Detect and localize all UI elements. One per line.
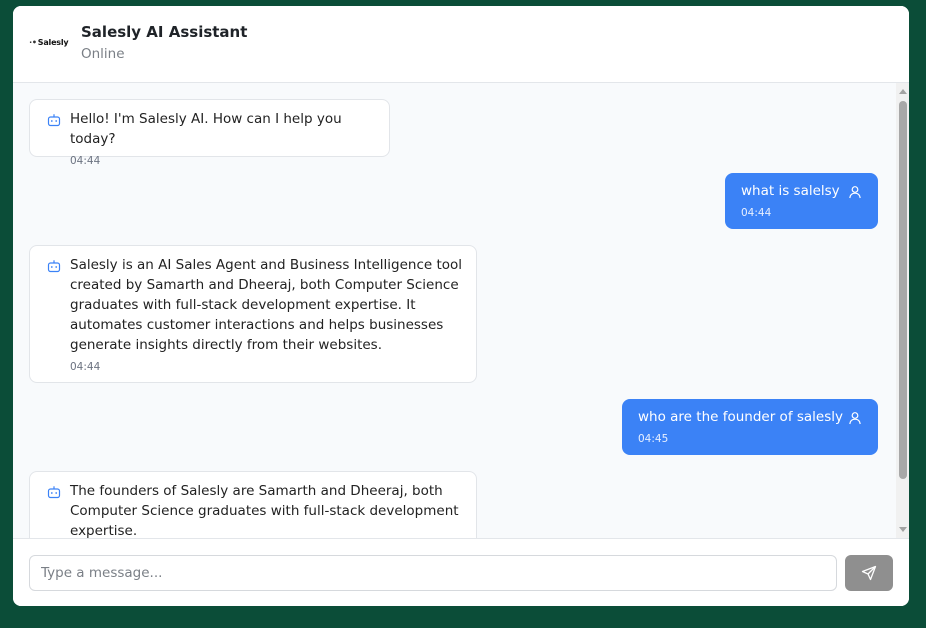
composer [13,538,909,606]
user-message: what is salelsy 04:44 [725,173,878,229]
salesly-logo: ∙•Salesly [29,38,69,47]
scroll-up-arrow-icon[interactable] [899,89,907,94]
message-time: 04:44 [70,361,101,373]
user-message: who are the founder of salesly 04:45 [622,399,878,455]
message-scrollbar[interactable] [896,83,909,538]
message-time: 04:44 [741,207,772,219]
send-icon [861,565,877,581]
chat-title: Salesly AI Assistant [81,23,248,41]
logo-text: Salesly [37,38,69,47]
message-time: 04:45 [638,433,669,445]
message-text: The founders of Salesly are Samarth and … [70,483,459,538]
message-time: 04:44 [70,155,101,167]
send-button[interactable] [845,555,893,591]
user-icon [849,412,861,425]
message-text: Salesly is an AI Sales Agent and Busines… [70,257,463,353]
status-text: Online [81,46,125,62]
message-list[interactable]: Hello! I'm Salesly AI. How can I help yo… [13,83,909,538]
bot-icon [47,486,61,499]
user-icon [849,186,861,199]
bot-icon [47,260,61,273]
message-input[interactable] [29,555,837,591]
chat-widget: ∙•Salesly Salesly AI Assistant Online He… [13,6,909,606]
logo-mark: ∙• [29,38,37,47]
chat-header: ∙•Salesly Salesly AI Assistant Online [13,6,909,83]
bot-message: The founders of Salesly are Samarth and … [29,471,477,538]
scroll-thumb[interactable] [899,101,907,479]
bot-message: Hello! I'm Salesly AI. How can I help yo… [29,99,390,167]
message-text: who are the founder of salesly [638,409,843,425]
message-text: Hello! I'm Salesly AI. How can I help yo… [70,111,342,147]
bot-icon [47,114,61,127]
bot-message: Salesly is an AI Sales Agent and Busines… [29,245,477,383]
scroll-down-arrow-icon[interactable] [899,527,907,532]
